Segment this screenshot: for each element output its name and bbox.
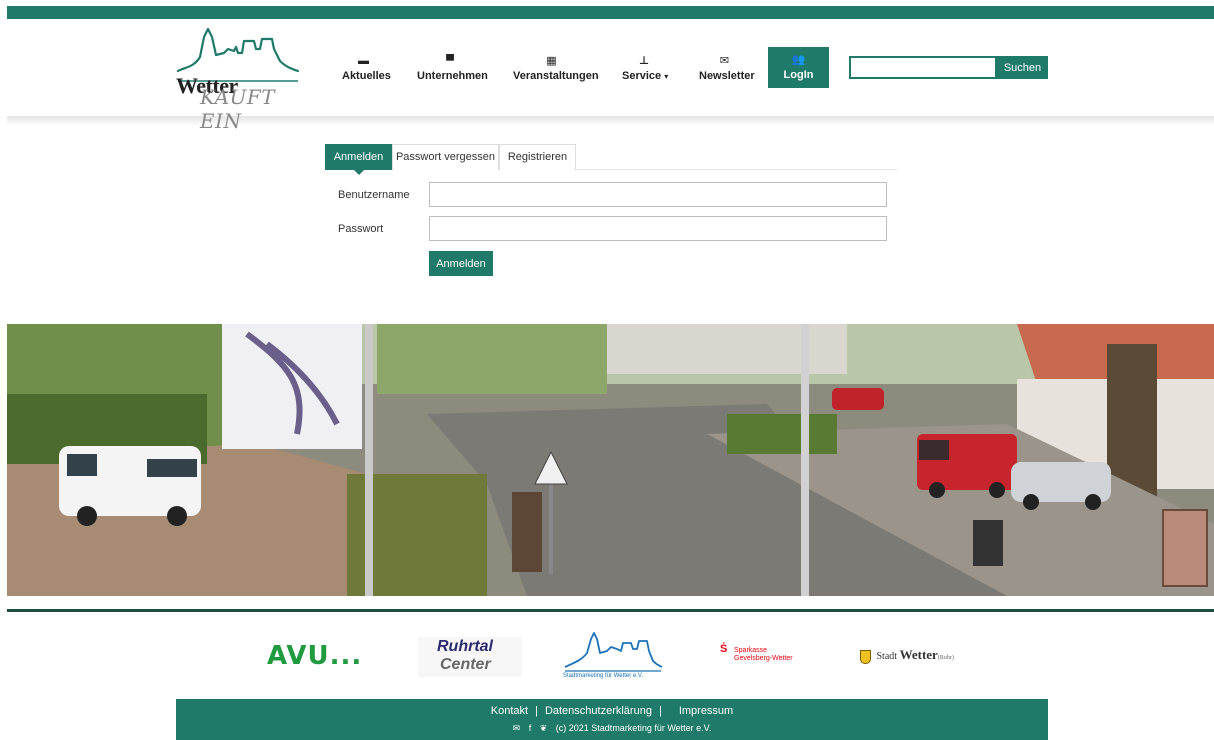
hero-illustration bbox=[7, 324, 1214, 596]
logo-subtitle: KAUFT EIN bbox=[200, 85, 276, 133]
footer-separator: | bbox=[658, 705, 662, 717]
nav-item-aktuelles[interactable]: ▬ Aktuelles bbox=[342, 48, 391, 88]
hero-town-image bbox=[7, 324, 1214, 596]
newspaper-icon: ▬ bbox=[358, 55, 369, 67]
tab-anmelden[interactable]: Anmelden bbox=[325, 144, 392, 175]
nav-item-service[interactable]: ⊥ Service ▾ bbox=[622, 48, 669, 88]
envelope-open-icon: ✉ bbox=[719, 55, 730, 67]
site-logo[interactable]: Wetter KAUFT EIN bbox=[176, 27, 300, 133]
nav-item-newsletter[interactable]: ✉ Newsletter bbox=[699, 48, 755, 88]
site-footer: Kontakt | Datenschutzerklärung | Impressum ✉… bbox=[176, 699, 1048, 740]
sponsor-stadtmarketing-logo[interactable]: Stadtmarketing für Wetter e.V. bbox=[563, 631, 663, 683]
nav-login-label: LogIn bbox=[783, 69, 814, 81]
nav-label: Newsletter bbox=[699, 70, 755, 82]
sponsor-ruhrtal-center-logo[interactable]: Ruhrtal Center bbox=[418, 637, 522, 677]
copyright-text: (c) 2021 Stadtmarketing für Wetter e.V. bbox=[555, 723, 712, 733]
footer-separator: | bbox=[535, 705, 538, 717]
top-accent-bar bbox=[7, 6, 1214, 19]
header-shadow bbox=[7, 116, 1214, 126]
store-icon: ▀ bbox=[446, 55, 454, 67]
stadtmarketing-caption: Stadtmarketing für Wetter e.V. bbox=[563, 673, 644, 679]
sparkasse-icon: Ṡ bbox=[720, 643, 728, 655]
nav-label: Service bbox=[622, 70, 662, 82]
ruhrtal-line2: Center bbox=[440, 656, 491, 673]
envelope-icon[interactable]: ✉ bbox=[513, 723, 521, 733]
username-field[interactable] bbox=[429, 182, 887, 207]
footer-divider bbox=[7, 609, 1214, 612]
footer-link-kontakt[interactable]: Kontakt bbox=[491, 705, 528, 717]
sparkasse-line2: Gevelsberg-Wetter bbox=[734, 655, 793, 662]
footer-links: Kontakt | Datenschutzerklärung | Impressum bbox=[176, 705, 1048, 717]
tab-passwort-vergessen[interactable]: Passwort vergessen bbox=[392, 144, 499, 170]
stadt-suffix: (Ruhr) bbox=[937, 655, 954, 661]
login-tabs: Anmelden Passwort vergessen Registrieren bbox=[325, 144, 897, 175]
users-icon: 👥 bbox=[791, 54, 806, 66]
sparkasse-line1: Sparkasse bbox=[734, 647, 768, 654]
calendar-icon: ▦ bbox=[546, 55, 557, 67]
password-field[interactable] bbox=[429, 216, 887, 241]
footer-link-datenschutz[interactable]: Datenschutzerklärung bbox=[545, 705, 652, 717]
caret-down-icon: ▾ bbox=[664, 72, 669, 81]
footer-link-impressum[interactable]: Impressum bbox=[679, 705, 733, 717]
coat-of-arms-icon bbox=[860, 649, 871, 664]
footer-copyright-row: ✉ f ❦ (c) 2021 Stadtmarketing für Wetter… bbox=[176, 723, 1048, 734]
search-input[interactable] bbox=[849, 56, 997, 79]
sponsor-avu-logo[interactable]: AVU... bbox=[267, 641, 362, 671]
nav-item-unternehmen[interactable]: ▀ Unternehmen bbox=[417, 48, 488, 88]
nav-item-veranstaltungen[interactable]: ▦ Veranstaltungen bbox=[513, 48, 599, 88]
nav-label: Aktuelles bbox=[342, 70, 391, 82]
tab-registrieren[interactable]: Registrieren bbox=[499, 144, 576, 170]
username-label: Benutzername bbox=[338, 189, 410, 201]
nav-label: Unternehmen bbox=[417, 70, 488, 82]
search-button[interactable]: Suchen bbox=[997, 56, 1048, 79]
stadt-prefix: Stadt bbox=[876, 651, 898, 662]
nav-login-button[interactable]: 👥 LogIn bbox=[768, 47, 829, 88]
login-submit-button[interactable]: Anmelden bbox=[429, 251, 493, 276]
nav-label: Veranstaltungen bbox=[513, 70, 599, 82]
sitemap-icon: ⊥ bbox=[638, 55, 650, 67]
ruhrtal-line1: Ruhrtal bbox=[437, 638, 493, 655]
stadt-name: Wetter bbox=[899, 647, 938, 662]
skyline-logo-icon bbox=[564, 632, 663, 672]
facebook-icon[interactable]: f bbox=[529, 723, 532, 733]
leaf-icon: ❦ bbox=[539, 723, 548, 733]
sponsor-stadt-wetter-logo[interactable]: Stadt Wetter(Ruhr) bbox=[860, 647, 954, 664]
password-label: Passwort bbox=[338, 223, 384, 235]
